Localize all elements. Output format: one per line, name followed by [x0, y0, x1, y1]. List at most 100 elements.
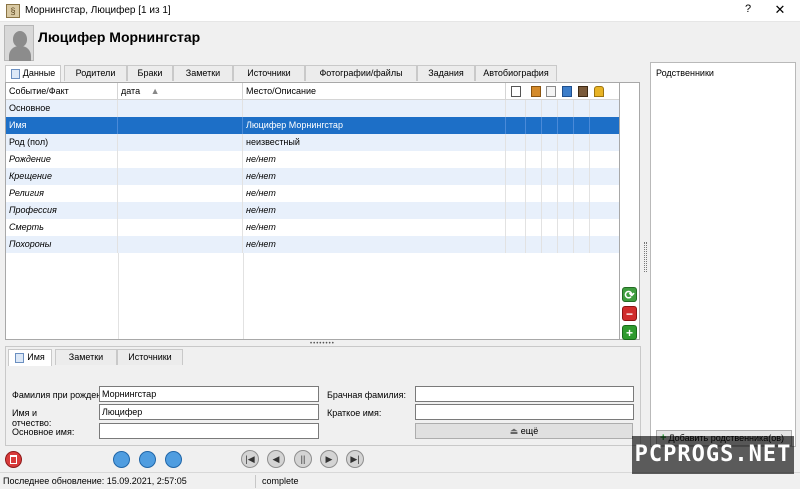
details-tabs: Имя Заметки Источники: [8, 349, 188, 366]
app-window: § Морнингстар, Люцифер [1 из 1] ? ✕ Люци…: [0, 0, 800, 489]
save-icon: [562, 86, 572, 97]
married-name-label: Брачная фамилия:: [327, 390, 407, 400]
app-icon: §: [6, 4, 20, 18]
cell-event: Рождение: [6, 151, 118, 168]
cell-place: не/нет: [243, 219, 506, 236]
table-row[interactable]: Рождение не/нет: [6, 151, 619, 168]
cell-event: Имя: [6, 117, 118, 134]
table-row[interactable]: Похороны не/нет: [6, 236, 619, 253]
cell-event: Основное: [6, 100, 118, 117]
cell-place: не/нет: [243, 168, 506, 185]
window-title: Морнингстар, Люцифер [1 из 1]: [25, 5, 171, 16]
tab-name[interactable]: Имя: [8, 349, 52, 366]
table-row[interactable]: Основное: [6, 100, 619, 117]
last-record-button[interactable]: ▶|: [346, 450, 364, 468]
more-button[interactable]: ⏏ ещё: [415, 423, 633, 439]
tab-marriages[interactable]: Браки: [127, 65, 173, 81]
facts-table[interactable]: Событие/Факт дата ▲ Место/Описание Основ…: [5, 82, 620, 340]
cell-event: Религия: [6, 185, 118, 202]
photo-icon: [578, 86, 588, 97]
tab-tasks[interactable]: Задания: [417, 65, 475, 81]
relatives-title: Родственники: [656, 68, 714, 78]
sort-asc-icon: ▲: [150, 86, 160, 96]
lock-icon: [594, 86, 604, 97]
cell-place: не/нет: [243, 151, 506, 168]
table-row[interactable]: Род (пол) неизвестный: [6, 134, 619, 151]
surname-label: Фамилия при рожден: [12, 390, 100, 400]
relatives-panel: Родственники: [650, 62, 796, 447]
table-row[interactable]: Религия не/нет: [6, 185, 619, 202]
cell-place: не/нет: [243, 202, 506, 219]
cell-event: Профессия: [6, 202, 118, 219]
data-tab-icon: [10, 68, 20, 79]
given-name-field[interactable]: Люцифер: [99, 404, 319, 420]
icon-columns-header: [506, 83, 619, 100]
table-row[interactable]: Профессия не/нет: [6, 202, 619, 219]
tab-name-sources[interactable]: Источники: [117, 349, 183, 365]
tab-parents[interactable]: Родители: [64, 65, 127, 81]
last-update-text: Последнее обновление: 15.09.2021, 2:57:0…: [3, 476, 187, 486]
cell-date: [118, 134, 243, 151]
short-name-field[interactable]: [415, 404, 634, 420]
column-header-event[interactable]: Событие/Факт: [6, 83, 118, 100]
cell-date: [118, 185, 243, 202]
surname-field[interactable]: Морнингстар: [99, 386, 319, 402]
vertical-splitter[interactable]: [643, 62, 649, 447]
first-record-button[interactable]: |◀: [241, 450, 259, 468]
pause-button[interactable]: ||: [294, 450, 312, 468]
cell-date: [118, 117, 243, 134]
cell-place: неизвестный: [243, 134, 506, 151]
cell-event: Род (пол): [6, 134, 118, 151]
trash-icon: [10, 455, 17, 464]
cell-date: [118, 151, 243, 168]
main-tabs: Данные Родители Браки Заметки Источники …: [5, 65, 557, 82]
cell-date: [118, 219, 243, 236]
edit-button[interactable]: [139, 451, 156, 468]
next-record-button[interactable]: ▶: [320, 450, 338, 468]
previous-record-button[interactable]: ◀: [267, 450, 285, 468]
table-row[interactable]: Смерть не/нет: [6, 219, 619, 236]
status-text: complete: [262, 476, 299, 486]
tab-sources[interactable]: Источники: [233, 65, 305, 81]
main-name-label: Основное имя:: [12, 427, 75, 437]
avatar[interactable]: [4, 25, 34, 61]
tab-photos-files[interactable]: Фотографии/файлы: [305, 65, 417, 81]
cell-date: [118, 168, 243, 185]
main-name-field[interactable]: [99, 423, 319, 439]
name-tab-icon: [15, 352, 25, 363]
cell-event: Похороны: [6, 236, 118, 253]
cell-date: [118, 100, 243, 117]
married-name-field[interactable]: [415, 386, 634, 402]
cell-date: [118, 236, 243, 253]
calendar-icon: [511, 86, 521, 97]
column-header-place[interactable]: Место/Описание: [243, 83, 506, 100]
add-fact-button[interactable]: +: [622, 325, 637, 340]
cell-place: не/нет: [243, 236, 506, 253]
person-name: Люцифер Морнингстар: [38, 29, 201, 45]
copy-button[interactable]: [165, 451, 182, 468]
document-icon: [546, 86, 556, 97]
given-name-label: Имя и: [12, 408, 38, 418]
tab-data[interactable]: Данные: [5, 65, 61, 82]
cell-event: Смерть: [6, 219, 118, 236]
link-button[interactable]: [113, 451, 130, 468]
grid-side-toolbar: ⟳ − +: [620, 82, 640, 340]
cell-place: Люцифер Морнингстар: [243, 117, 506, 134]
title-bar: § Морнингстар, Люцифер [1 из 1] ? ✕: [0, 0, 800, 22]
eject-icon: ⏏: [509, 426, 519, 436]
tab-notes[interactable]: Заметки: [173, 65, 233, 81]
cell-event: Крещение: [6, 168, 118, 185]
help-button[interactable]: ?: [740, 3, 756, 19]
remove-fact-button[interactable]: −: [622, 306, 637, 321]
table-row-selected[interactable]: Имя Люцифер Морнингстар: [6, 117, 619, 134]
tab-autobiography[interactable]: Автобиография: [475, 65, 557, 81]
cell-date: [118, 202, 243, 219]
book-icon: [531, 86, 541, 97]
delete-person-button[interactable]: [5, 451, 22, 468]
tab-name-notes[interactable]: Заметки: [55, 349, 117, 365]
table-row[interactable]: Крещение не/нет: [6, 168, 619, 185]
watermark: PCPROGS.NET: [632, 436, 794, 474]
column-header-date[interactable]: дата ▲: [118, 83, 243, 100]
edit-fact-button[interactable]: ⟳: [622, 287, 637, 302]
close-button[interactable]: ✕: [770, 2, 790, 20]
